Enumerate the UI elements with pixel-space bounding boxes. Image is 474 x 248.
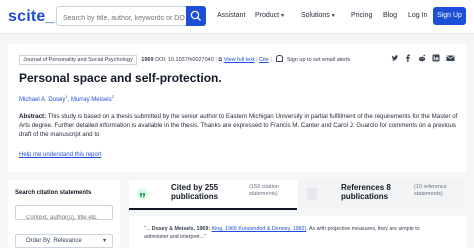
citation-tabs: Cited by 255 publications (159 citation … — [129, 180, 466, 210]
citation-link[interactable]: King, 1966 Kunzendorf & Denney, 1982) — [212, 226, 307, 232]
citation-search-panel: Search citation statements Order By: Rel… — [8, 180, 120, 248]
nav-product-label: Product — [255, 12, 280, 19]
chevron-down-icon: ▾ — [102, 238, 106, 244]
abstract: Abstract: This study is based on a thesi… — [19, 112, 459, 139]
email-icon[interactable] — [446, 54, 455, 64]
separator: | — [270, 57, 272, 63]
citation-search-input[interactable] — [16, 211, 120, 225]
scite-logo[interactable]: scite_ — [8, 8, 55, 26]
citation-search-heading: Search citation statements — [15, 190, 92, 196]
signup-button[interactable]: Sign Up — [433, 7, 466, 25]
top-navbar: scite_ Assistant Product▾ Solutions▾ Pri… — [0, 0, 474, 34]
nav-solutions[interactable]: Solutions ▾ — [301, 12, 335, 19]
cited-by-title: Cited by 255 publications — [171, 183, 219, 201]
citation-search-box[interactable] — [15, 205, 120, 225]
references-title: References 8 publications — [341, 183, 391, 201]
cite-link[interactable]: Cite — [259, 57, 269, 63]
paper-title: Personal space and self-protection. — [19, 71, 222, 85]
author-affiliation-number: 2 — [111, 94, 114, 99]
chevron-down-icon: ▾ — [281, 13, 285, 19]
external-link-icon: ⧉ — [218, 57, 223, 63]
citation-quote: "... Dosey & Meisels, 1969; King, 1966 K… — [144, 226, 444, 241]
journal-name[interactable]: Journal of Personality and Social Psycho… — [19, 55, 137, 65]
tab-references[interactable]: References 8 publications (10 reference … — [298, 180, 466, 210]
paper-meta: Journal of Personality and Social Psycho… — [19, 55, 350, 65]
search-button[interactable] — [186, 6, 206, 26]
search-input[interactable] — [57, 9, 185, 28]
abstract-text: This study is based on a thesis submitte… — [19, 113, 458, 138]
references-count: (10 reference statements) — [414, 184, 447, 197]
order-by-select[interactable]: Order By: Relevance ▾ — [15, 234, 113, 248]
view-full-text-link[interactable]: View full text — [224, 57, 255, 63]
nav-product[interactable]: Product ▾ — [255, 12, 284, 19]
citation-icon — [137, 188, 148, 199]
reddit-icon[interactable] — [418, 54, 426, 64]
search-icon — [190, 10, 201, 21]
publication-year: 1969 — [141, 57, 154, 63]
author-link[interactable]: Michael A. Dosey — [19, 97, 65, 103]
citation-statement-card: "... Dosey & Meisels, 1969; King, 1966 K… — [129, 216, 466, 248]
facebook-icon[interactable] — [404, 54, 412, 64]
doi: DOI: 10.1037/h0027040 — [155, 57, 214, 63]
help-understand-link[interactable]: Help me understand this report — [19, 152, 101, 158]
nav-pricing[interactable]: Pricing — [351, 12, 372, 19]
nav-blog[interactable]: Blog — [383, 12, 397, 19]
chevron-down-icon: ▾ — [331, 13, 335, 19]
linkedin-icon[interactable] — [432, 54, 440, 64]
quote-open: "... — [144, 226, 151, 232]
document-icon — [307, 188, 317, 200]
bell-icon — [276, 55, 284, 62]
author-link[interactable]: Murray Meisels — [71, 97, 112, 103]
separator: | — [215, 57, 217, 63]
email-alerts-link[interactable]: Sign up to set email alerts — [287, 57, 350, 63]
abstract-label: Abstract: — [19, 113, 47, 120]
nav-solutions-label: Solutions — [301, 12, 330, 19]
nav-login[interactable]: Log In — [408, 12, 427, 19]
quote-highlight: Dosey & Meisels, 1969; — [151, 226, 211, 232]
tab-cited-by[interactable]: Cited by 255 publications (159 citation … — [129, 180, 297, 210]
order-by-label: Order By: Relevance — [26, 238, 82, 244]
nav-assistant[interactable]: Assistant — [217, 12, 245, 19]
twitter-icon[interactable] — [391, 54, 399, 64]
paper-card: Journal of Personality and Social Psycho… — [8, 44, 466, 172]
search-box[interactable] — [56, 6, 206, 28]
author-list: Michael A. Dosey1, Murray Meisels2 — [19, 94, 114, 103]
separator: | — [256, 57, 258, 63]
